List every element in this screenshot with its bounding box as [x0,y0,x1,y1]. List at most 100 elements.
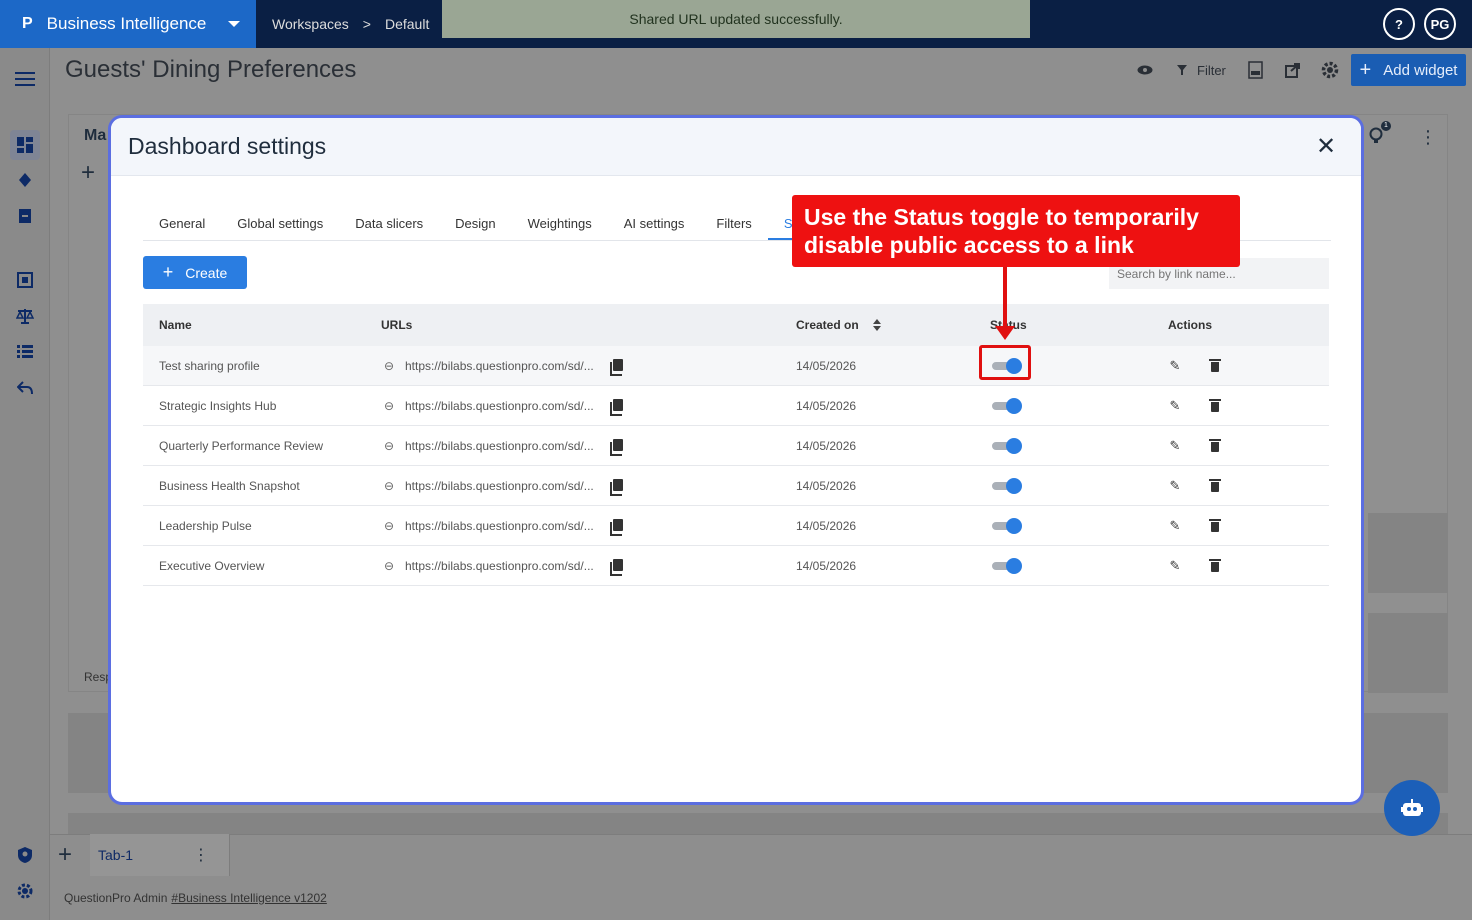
tab-weightings[interactable]: Weightings [512,208,608,240]
delete-trash-icon[interactable] [1208,358,1222,373]
row-url: https://bilabs.questionpro.com/sd/... [405,478,594,493]
table-row: Test sharing profile ⊖ https://bilabs.qu… [143,346,1329,386]
back-arrow-icon[interactable] [10,373,40,403]
gear-icon[interactable] [10,876,40,906]
row-actions: ✎ [1152,478,1328,493]
add-widget-button[interactable]: + Add widget [1351,54,1466,86]
app-switcher[interactable]: P Business Intelligence [0,0,256,48]
annotation-arrow-head [995,326,1015,340]
breadcrumb-default[interactable]: Default [385,16,429,32]
row-name: Strategic Insights Hub [159,398,277,413]
tab-global-settings[interactable]: Global settings [221,208,339,240]
row-url-cell: ⊖ https://bilabs.questionpro.com/sd/... [381,478,796,496]
row-url-cell: ⊖ https://bilabs.questionpro.com/sd/... [381,438,796,456]
copy-icon[interactable] [609,558,623,576]
status-toggle[interactable] [990,557,1024,574]
share-icon[interactable] [1285,56,1301,84]
add-widget-label: Add widget [1383,61,1458,79]
copy-icon[interactable] [609,518,623,536]
row-url: https://bilabs.questionpro.com/sd/... [405,518,594,533]
copy-icon[interactable] [609,438,623,456]
row-status [974,557,1152,574]
chatbot-button[interactable] [1384,780,1440,836]
edit-pencil-icon[interactable]: ✎ [1168,398,1182,413]
filter-label: Filter [1197,62,1226,78]
help-button[interactable]: ? [1383,8,1415,40]
breadcrumb: Workspaces > Default [272,0,429,48]
delete-trash-icon[interactable] [1208,518,1222,533]
row-name: Test sharing profile [159,358,260,373]
delete-trash-icon[interactable] [1208,478,1222,493]
column-created-label: Created on [796,318,859,332]
row-name: Leadership Pulse [159,518,252,533]
tab-design[interactable]: Design [439,208,511,240]
create-label: Create [185,264,228,281]
tab-ai-settings[interactable]: AI settings [608,208,701,240]
status-toggle[interactable] [990,437,1024,454]
add-tab-icon[interactable]: + [58,841,72,869]
tab-filters[interactable]: Filters [700,208,767,240]
sort-icon[interactable] [872,318,881,332]
table-row: Leadership Pulse ⊖ https://bilabs.questi… [143,506,1329,546]
create-button[interactable]: + Create [143,256,247,289]
hamburger-menu-icon[interactable] [10,64,40,94]
tab-more-icon[interactable]: ⋮ [193,845,209,865]
delete-trash-icon[interactable] [1208,398,1222,413]
edit-pencil-icon[interactable]: ✎ [1168,478,1182,493]
tab-general[interactable]: General [143,208,221,240]
tab-data-slicers[interactable]: Data slicers [339,208,439,240]
row-url: https://bilabs.questionpro.com/sd/... [405,558,594,573]
questionpro-logo-icon: P [22,15,33,32]
plus-icon: + [162,262,174,282]
notification-badge: 1 [1381,121,1391,131]
preview-eye-icon[interactable] [1137,56,1153,84]
app-name: Business Intelligence [46,14,207,33]
status-toggle[interactable] [990,477,1024,494]
scan-icon[interactable] [10,265,40,295]
diamond-icon[interactable] [10,165,40,195]
close-icon[interactable]: ✕ [1313,134,1339,160]
column-created-on[interactable]: Created on [796,318,974,332]
edit-pencil-icon[interactable]: ✎ [1168,358,1182,373]
status-toggle[interactable] [990,517,1024,534]
dashboard-icon[interactable] [10,130,40,160]
row-name: Quarterly Performance Review [159,438,324,453]
modal-title: Dashboard settings [128,133,327,159]
table-row: Strategic Insights Hub ⊖ https://bilabs.… [143,386,1329,426]
filter-button[interactable]: Filter [1177,56,1226,84]
edit-pencil-icon[interactable]: ✎ [1168,438,1182,453]
background-block [1368,513,1448,593]
footer-version-link[interactable]: #Business Intelligence v1202 [171,891,326,905]
link-icon: ⊖ [383,438,395,453]
row-actions: ✎ [1152,558,1328,573]
page-title: Guests' Dining Preferences [65,56,357,83]
settings-gear-icon[interactable] [1321,56,1339,84]
status-toggle[interactable] [990,397,1024,414]
delete-trash-icon[interactable] [1208,558,1222,573]
tab-1[interactable]: Tab-1 ⋮ [90,834,230,876]
annotation-callout: Use the Status toggle to temporarily dis… [792,195,1240,267]
pdf-export-icon[interactable] [1248,56,1264,84]
copy-icon[interactable] [609,478,623,496]
balance-scale-icon[interactable] [10,301,40,331]
row-name: Business Health Snapshot [159,478,300,493]
widget-title-fragment: Ma [84,127,107,144]
delete-trash-icon[interactable] [1208,438,1222,453]
modal-header: Dashboard settings [111,118,1361,176]
success-toast: Shared URL updated successfully. [442,0,1030,38]
edit-pencil-icon[interactable]: ✎ [1168,558,1182,573]
top-bar: P Business Intelligence Workspaces > Def… [0,0,1472,48]
background-block [1368,613,1448,693]
report-icon[interactable] [10,201,40,231]
edit-pencil-icon[interactable]: ✎ [1168,518,1182,533]
user-avatar[interactable]: PG [1424,8,1456,40]
copy-icon[interactable] [609,358,623,376]
breadcrumb-workspaces[interactable]: Workspaces [272,16,349,32]
shield-user-icon[interactable] [10,840,40,870]
copy-icon[interactable] [609,398,623,416]
link-icon: ⊖ [383,478,395,493]
row-actions: ✎ [1152,398,1328,413]
row-actions: ✎ [1152,358,1328,373]
widget-more-icon[interactable]: ⋮ [1419,127,1437,148]
list-icon[interactable] [10,337,40,367]
